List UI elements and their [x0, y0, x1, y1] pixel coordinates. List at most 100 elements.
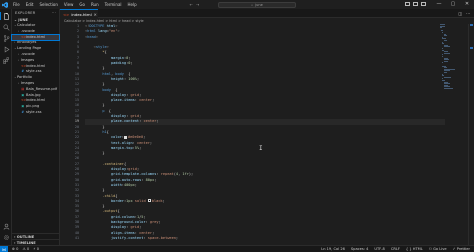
line-number-gutter: 1 2 3 4 5 6 7 8 9 10 11 12 13 14 15 16 17 18 19 20 21 22 23 24 2… — [60, 24, 85, 241]
code-token: width — [110, 182, 122, 187]
code-area[interactable]: <!DOCTYPE html> <html lang="en"> <head> <s… — [85, 24, 445, 241]
code-token: ; — [162, 198, 165, 203]
color-swatch-icon[interactable] — [123, 135, 127, 139]
menu-item-terminal[interactable]: Terminal — [102, 0, 125, 9]
code-token: } — [102, 151, 105, 156]
color-swatch-icon[interactable] — [147, 199, 151, 203]
status-indicator[interactable]: ⊗ 0 — [12, 247, 18, 251]
status-indicator[interactable]: ⚡ 0 — [33, 247, 39, 251]
explorer-icon[interactable] — [0, 12, 10, 20]
menu-item-edit[interactable]: Edit — [23, 0, 37, 9]
toggle-panel-icon[interactable] — [413, 2, 418, 6]
extensions-icon[interactable] — [2, 56, 10, 64]
forward-arrow-icon[interactable]: → — [196, 2, 199, 7]
menu-item-selection[interactable]: Selection — [36, 0, 60, 9]
settings-gear-icon[interactable] — [2, 233, 10, 241]
code-token: } — [102, 204, 105, 209]
tab-index-html[interactable]: <> index.html ✕ — [60, 9, 98, 18]
code-token: 100% — [128, 76, 137, 81]
status-item[interactable]: Spaces: 4 — [351, 247, 368, 251]
code-token: ; — [158, 219, 161, 224]
back-arrow-icon[interactable]: ← — [190, 2, 193, 7]
code-token: display — [110, 225, 127, 230]
tree-item-label: style.css — [26, 109, 42, 114]
code-token: background-color — [110, 219, 146, 224]
more-actions-icon[interactable]: ··· — [466, 11, 470, 16]
code-token: .child — [102, 193, 116, 198]
toggle-secondary-sidebar-icon[interactable] — [421, 2, 426, 6]
menu-item-run[interactable]: Run — [88, 0, 102, 9]
close-tab-icon[interactable]: ✕ — [94, 12, 97, 17]
maximize-icon[interactable]: ▢ — [446, 0, 460, 9]
file-item[interactable]: # style.css — [12, 110, 59, 116]
search-text: june — [255, 2, 263, 7]
code-token: ; — [143, 214, 146, 219]
status-item[interactable]: CRLF — [391, 247, 400, 251]
code-token: justify-content — [110, 235, 144, 240]
code-token: lang — [95, 29, 107, 34]
account-icon[interactable] — [2, 222, 10, 230]
status-item[interactable]: { } HTML — [406, 247, 423, 251]
status-indicator[interactable]: ⚠ 0 — [22, 247, 29, 251]
code-token: DOCTYPE — [89, 24, 105, 28]
code-token: } — [102, 66, 105, 71]
run-debug-icon[interactable] — [2, 45, 10, 53]
toggle-primary-sidebar-icon[interactable] — [405, 2, 410, 6]
menu-item-view[interactable]: View — [61, 0, 77, 9]
command-center-search[interactable]: ⌕ june — [218, 1, 296, 8]
code-token: ; — [136, 76, 140, 81]
status-item[interactable]: Ln 19, Col 26 — [321, 247, 345, 251]
code-token: ; — [139, 145, 142, 150]
code-token: grid-auto-rows — [110, 177, 142, 182]
mouse-text-cursor-icon: I — [259, 145, 263, 152]
status-item[interactable]: ✓ Prettier — [453, 247, 470, 251]
code-token: html — [102, 71, 111, 76]
status-item[interactable]: UTF-8 — [374, 247, 384, 251]
minimap[interactable] — [440, 24, 460, 245]
code-token: ; — [139, 92, 142, 97]
code-token: ; — [143, 135, 146, 140]
search-icon[interactable] — [2, 23, 10, 31]
close-icon[interactable]: ✕ — [460, 0, 474, 9]
minimize-icon[interactable]: — — [432, 0, 446, 9]
code-token: solid — [132, 198, 148, 203]
minimap-line — [443, 88, 453, 89]
code-line[interactable]: justify-content: space-between; — [85, 236, 445, 241]
html-file-icon: <> — [63, 11, 70, 17]
editor-actions: ◫ ··· — [458, 9, 470, 18]
code-token: place-content — [110, 119, 140, 124]
code-token: ; — [139, 225, 142, 230]
status-right: Ln 19, Col 26 Spaces: 4 UTF-8 CRLF { } HTML ⚇… — [321, 247, 474, 251]
source-control-icon[interactable] — [2, 34, 10, 42]
split-editor-icon[interactable]: ◫ — [458, 11, 462, 16]
activity-bar — [0, 9, 12, 245]
code-token: ; — [156, 119, 159, 124]
more-actions-icon[interactable]: ··· — [52, 9, 56, 17]
code-token: body — [102, 87, 111, 92]
editor-tabs: <> index.html ✕ ◫ ··· — [60, 9, 474, 18]
code-token: display — [110, 92, 127, 97]
menu-item-file[interactable]: File — [10, 0, 23, 9]
code-token: grid — [130, 225, 140, 230]
code-token: ; — [139, 114, 142, 119]
status-item[interactable]: ⚇ Go Live — [429, 247, 447, 251]
menu-item-help[interactable]: Help — [125, 0, 140, 9]
vertical-scrollbar[interactable] — [468, 24, 474, 245]
code-token: padding — [110, 61, 127, 66]
code-token: ; — [152, 98, 155, 103]
code-token: grid — [130, 114, 140, 119]
code-token: { — [104, 50, 107, 55]
remote-indicator-icon[interactable]: ⋈ — [0, 245, 8, 252]
menu-item-go[interactable]: Go — [76, 0, 88, 9]
code-token: > — [117, 29, 120, 34]
code-token: { — [115, 193, 118, 198]
code-editor[interactable]: 1 2 3 4 5 6 7 8 9 10 11 12 13 14 15 16 17 18 19 20 21 22 23 24 2… — [60, 24, 474, 245]
